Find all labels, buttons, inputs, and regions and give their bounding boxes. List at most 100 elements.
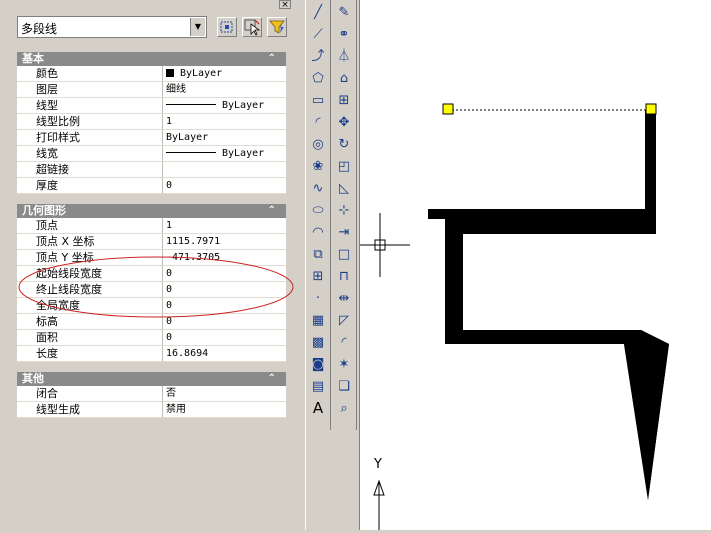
stretch-icon[interactable]: ◺ xyxy=(333,178,355,199)
property-value[interactable]: 0 xyxy=(163,266,286,282)
pickadd-toggle-button[interactable] xyxy=(217,17,237,37)
property-row[interactable]: 起始线段宽度 0 xyxy=(17,266,286,282)
property-row[interactable]: 打印样式 ByLayer xyxy=(17,130,286,146)
extend-icon[interactable]: ⇥ xyxy=(333,222,355,243)
close-palette-button[interactable]: × xyxy=(279,0,291,10)
mirror-icon[interactable]: ⏃ xyxy=(333,46,355,67)
property-row[interactable]: 终止线段宽度 0 xyxy=(17,282,286,298)
property-row[interactable]: 顶点 1 xyxy=(17,218,286,234)
construction-line-icon[interactable]: ⟋ xyxy=(307,24,329,45)
property-row[interactable]: 闭合否 xyxy=(17,386,286,402)
property-value-text: 0 xyxy=(166,180,173,191)
section-header[interactable]: 几何图形 ⌃ xyxy=(17,204,286,218)
spline-icon[interactable]: ∿ xyxy=(307,178,329,199)
property-row[interactable]: 顶点 Y 坐标 -471.3705 xyxy=(17,250,286,266)
rectangle-icon[interactable]: ▭ xyxy=(307,90,329,111)
property-value[interactable]: 0 xyxy=(163,298,286,314)
property-label: 线型 xyxy=(17,98,163,114)
collapse-icon[interactable]: ⌃ xyxy=(268,204,276,218)
region-icon[interactable]: ◙ xyxy=(307,354,329,375)
vertex-grip-end[interactable] xyxy=(645,103,657,115)
property-value[interactable]: ByLayer xyxy=(163,130,286,146)
rotate-icon[interactable]: ↻ xyxy=(333,134,355,155)
ellipse-icon[interactable]: ⬭ xyxy=(307,200,329,221)
property-label: 顶点 Y 坐标 xyxy=(17,250,163,266)
scale-icon[interactable]: ◰ xyxy=(333,156,355,177)
insert-block-icon[interactable]: ⧉ xyxy=(307,244,329,265)
property-row[interactable]: 线宽 ByLayer xyxy=(17,146,286,162)
copy-icon[interactable]: ⚭ xyxy=(333,24,355,45)
ellipse-arc-icon[interactable]: ◠ xyxy=(307,222,329,243)
property-value[interactable] xyxy=(163,162,286,178)
select-objects-button[interactable] xyxy=(242,17,262,37)
erase-icon[interactable]: ✎ xyxy=(333,2,355,23)
join-icon[interactable]: ⇹ xyxy=(333,288,355,309)
chamfer-icon[interactable]: ◸ xyxy=(333,310,355,331)
gradient-icon[interactable]: ▩ xyxy=(307,332,329,353)
property-value[interactable]: 1115.7971 xyxy=(163,234,286,250)
property-value[interactable]: ByLayer xyxy=(163,146,286,162)
table-icon[interactable]: ▤ xyxy=(307,376,329,397)
property-label: 颜色 xyxy=(17,66,163,82)
point-icon[interactable]: · xyxy=(307,288,329,309)
property-value-text: 0 xyxy=(166,284,173,295)
section-title: 几何图形 xyxy=(22,204,66,217)
property-value[interactable]: 1 xyxy=(163,114,286,130)
property-row[interactable]: 超链接 xyxy=(17,162,286,178)
property-value[interactable]: 0 xyxy=(163,282,286,298)
polyline-icon[interactable]: ⤴ xyxy=(307,46,329,67)
drawing-canvas[interactable]: Y xyxy=(359,0,711,530)
fillet-icon[interactable]: ◜ xyxy=(333,332,355,353)
property-value[interactable]: 1 xyxy=(163,218,286,234)
properties-icon[interactable]: ❏ xyxy=(333,376,355,397)
arc-icon[interactable]: ◜ xyxy=(307,112,329,133)
move-icon[interactable]: ✥ xyxy=(333,112,355,133)
object-type-select[interactable]: 多段线 ▼ xyxy=(17,16,207,38)
property-row[interactable]: 面积 0 xyxy=(17,330,286,346)
zoom-icon[interactable]: ⌕ xyxy=(333,398,355,419)
property-value[interactable]: 0 xyxy=(163,330,286,346)
vertex-grip-start[interactable] xyxy=(442,103,454,115)
property-row[interactable]: 长度 16.8694 xyxy=(17,346,286,362)
circle-icon[interactable]: ◎ xyxy=(307,134,329,155)
section-header[interactable]: 其他 ⌃ xyxy=(17,372,286,386)
trim-icon[interactable]: ⊹ xyxy=(333,200,355,221)
property-row[interactable]: 图层 细线 xyxy=(17,82,286,98)
pickadd-icon xyxy=(220,21,233,33)
property-row[interactable]: 标高 0 xyxy=(17,314,286,330)
make-block-icon[interactable]: ⊞ xyxy=(307,266,329,287)
hatch-icon[interactable]: ▦ xyxy=(307,310,329,331)
property-value[interactable]: 否 xyxy=(163,386,286,402)
section-header[interactable]: 基本 ⌃ xyxy=(17,52,286,66)
property-value[interactable]: 禁用 xyxy=(163,402,286,418)
collapse-icon[interactable]: ⌃ xyxy=(268,372,276,386)
property-row[interactable]: 线型生成 禁用 xyxy=(17,402,286,418)
collapse-icon[interactable]: ⌃ xyxy=(268,52,276,66)
chevron-down-icon[interactable]: ▼ xyxy=(190,18,205,36)
property-row[interactable]: 全局宽度 0 xyxy=(17,298,286,314)
property-label: 线型比例 xyxy=(17,114,163,130)
array-icon[interactable]: ⊞ xyxy=(333,90,355,111)
revision-cloud-icon[interactable]: ❀ xyxy=(307,156,329,177)
multiline-text-icon[interactable]: A xyxy=(307,398,329,419)
property-row[interactable]: 厚度 0 xyxy=(17,178,286,194)
break-at-point-icon[interactable]: □ xyxy=(333,244,355,265)
property-value[interactable]: 0 xyxy=(163,178,286,194)
property-row[interactable]: 颜色 ByLayer xyxy=(17,66,286,82)
property-value[interactable]: 16.8694 xyxy=(163,346,286,362)
property-value[interactable]: ByLayer xyxy=(163,98,286,114)
property-row[interactable]: 顶点 X 坐标 1115.7971 xyxy=(17,234,286,250)
property-value[interactable]: 细线 xyxy=(163,82,286,98)
property-row[interactable]: 线型 ByLayer xyxy=(17,98,286,114)
break-icon[interactable]: ⊓ xyxy=(333,266,355,287)
property-value[interactable]: -471.3705 xyxy=(163,250,286,266)
property-value[interactable]: ByLayer xyxy=(163,66,286,82)
offset-icon[interactable]: ⌂ xyxy=(333,68,355,89)
line-icon[interactable]: ╱ xyxy=(307,2,329,23)
property-value[interactable]: 0 xyxy=(163,314,286,330)
property-row[interactable]: 线型比例 1 xyxy=(17,114,286,130)
property-label: 顶点 xyxy=(17,218,163,234)
polygon-icon[interactable]: ⬠ xyxy=(307,68,329,89)
quick-select-button[interactable] xyxy=(267,17,287,37)
explode-icon[interactable]: ✶ xyxy=(333,354,355,375)
